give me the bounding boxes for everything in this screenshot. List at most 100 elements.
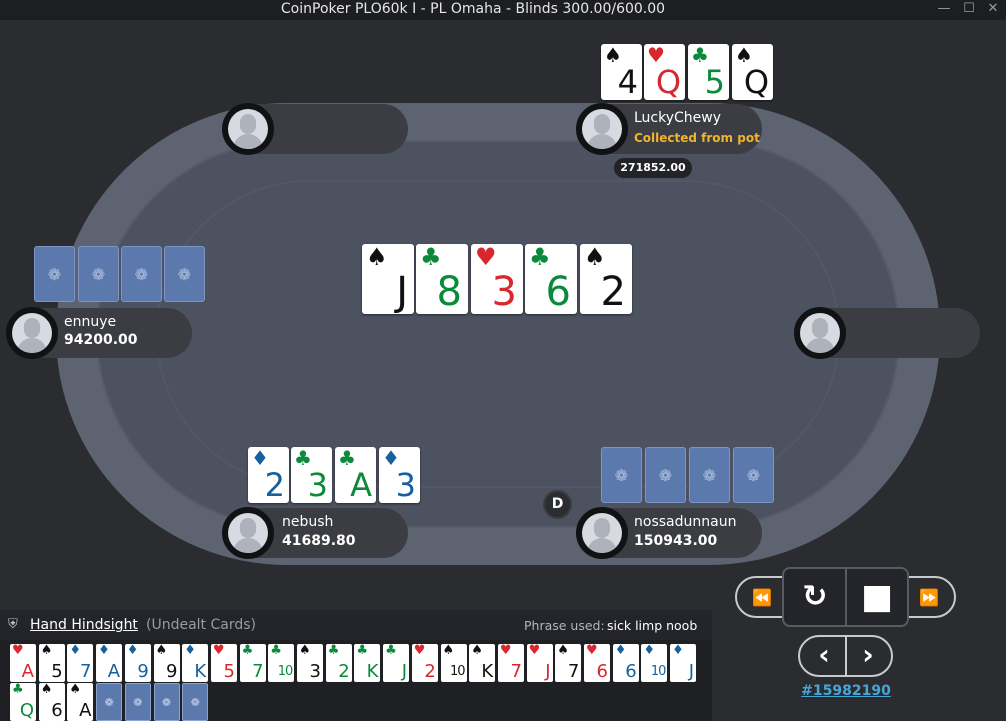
player-stack: 150943.00: [634, 533, 718, 549]
window-title: CoinPoker PLO60k I - PL Omaha - Blinds 3…: [280, 1, 666, 17]
undealt-card: ♥ J: [526, 644, 553, 682]
step-controls: ‹ ›: [798, 635, 893, 677]
card: ♦ 3: [379, 447, 420, 503]
coin-logo-icon: ❁: [658, 465, 673, 485]
board-card: ♣ 8: [416, 244, 468, 314]
avatar-ennuye: [6, 307, 58, 359]
card-back: ❁: [733, 447, 774, 503]
undealt-card: ♠ K: [469, 644, 496, 682]
coin-logo-icon: ❁: [134, 264, 149, 284]
undealt-card: ♦ J: [670, 644, 697, 682]
stop-icon[interactable]: ■: [854, 577, 900, 617]
coin-logo-icon: ❁: [614, 465, 629, 485]
previous-icon[interactable]: ‹: [806, 640, 842, 672]
table-felt: [156, 180, 840, 488]
replay-center-group: ↻ ■: [782, 567, 909, 627]
hidden-card-back: ❁: [153, 683, 180, 721]
hidden-card-back: ❁: [96, 683, 123, 721]
player-status: Collected from pot: [634, 131, 760, 145]
undealt-card: ♠ 9: [153, 644, 180, 682]
board-card: ♠ J: [362, 244, 414, 314]
card-back: ❁: [78, 246, 119, 302]
player-name: LuckyChewy: [634, 110, 722, 126]
coin-logo-icon: ❁: [91, 264, 106, 284]
undealt-card: ♦ A: [96, 644, 123, 682]
player-name: ennuye: [64, 314, 117, 330]
rewind-button[interactable]: ⏪: [745, 586, 779, 610]
undealt-card: ♦ K: [182, 644, 209, 682]
hindsight-header: ⛨ Hand Hindsight (Undealt Cards) Phrase …: [0, 610, 712, 640]
card-back: ❁: [645, 447, 686, 503]
undealt-card: ♥ 2: [411, 644, 438, 682]
next-icon[interactable]: ›: [850, 640, 886, 672]
board-card: ♣ 6: [525, 244, 577, 314]
hidden-card-back: ❁: [124, 683, 151, 721]
card-back: ❁: [34, 246, 75, 302]
card-back: ❁: [121, 246, 162, 302]
coin-logo-icon: ❁: [190, 695, 200, 709]
undealt-card: ♥ A: [10, 644, 36, 682]
maximize-button[interactable]: ☐: [960, 0, 978, 18]
hidden-card-back: ❁: [182, 683, 209, 721]
undealt-card: ♣ 10: [268, 644, 295, 682]
coin-logo-icon: ❁: [47, 264, 62, 284]
undealt-card: ♥ 6: [584, 644, 610, 682]
coin-logo-icon: ❁: [177, 264, 192, 284]
card: ♣ A: [335, 447, 376, 503]
card-back: ❁: [689, 447, 730, 503]
player-stack: 94200.00: [64, 332, 138, 348]
undealt-card: ♦ 10: [641, 644, 668, 682]
undealt-card: ♣ 7: [239, 644, 266, 682]
avatar-empty-top-left: [222, 103, 274, 155]
card-back: ❁: [164, 246, 205, 302]
board-card: ♠ 2: [580, 244, 632, 314]
undealt-card: ♣ J: [383, 644, 410, 682]
player-name: nossadunnaun: [634, 514, 737, 530]
undealt-card: ♣ K: [354, 644, 381, 682]
dealer-button: D: [543, 490, 572, 519]
card: ♥ Q: [644, 44, 685, 100]
fast-forward-button[interactable]: ⏩: [912, 586, 946, 610]
card-back: ❁: [601, 447, 642, 503]
undealt-card: ♠ 6: [38, 683, 65, 721]
shield-icon: ⛨: [8, 617, 18, 632]
coin-logo-icon: ❁: [746, 465, 761, 485]
coin-logo-icon: ❁: [104, 695, 114, 709]
phrase-label: Phrase used:: [524, 618, 605, 633]
coin-logo-icon: ❁: [161, 695, 172, 709]
avatar-nebush: [222, 507, 274, 559]
hindsight-subtitle: (Undealt Cards): [146, 617, 256, 633]
card: ♣ 5: [688, 44, 729, 100]
coin-logo-icon: ❁: [702, 465, 717, 485]
undealt-card: ♦ 9: [124, 644, 151, 682]
card: ♣ 3: [291, 447, 332, 503]
undealt-card: ♣ Q: [10, 683, 36, 721]
minimize-button[interactable]: —: [935, 0, 953, 18]
undealt-card: ♠ 7: [555, 644, 582, 682]
card: ♦ 2: [248, 447, 289, 503]
phrase-value: sick limp noob: [607, 618, 698, 633]
hand-id-link[interactable]: #15982190: [800, 683, 892, 699]
replay-icon[interactable]: ↻: [792, 577, 838, 617]
hand-hindsight-panel: ⛨ Hand Hindsight (Undealt Cards) Phrase …: [0, 610, 712, 721]
title-bar: CoinPoker PLO60k I - PL Omaha - Blinds 3…: [0, 0, 1006, 20]
undealt-card: ♠ 3: [297, 644, 323, 682]
undealt-card: ♦ 7: [67, 644, 94, 682]
avatar-nossadunnaun: [576, 507, 628, 559]
hindsight-title[interactable]: Hand Hindsight: [30, 617, 138, 633]
player-stack-pill: 271852.00: [614, 158, 692, 178]
player-stack: 41689.80: [282, 533, 356, 549]
avatar-luckychewy: [576, 103, 628, 155]
undealt-card: ♠ 10: [440, 644, 467, 682]
coin-logo-icon: ❁: [133, 695, 143, 709]
undealt-card: ♠ 5: [38, 644, 65, 682]
card: ♠ 4: [601, 44, 642, 100]
close-button[interactable]: ✕: [984, 0, 1002, 18]
board-card: ♥ 3: [471, 244, 523, 314]
undealt-card: ♥ 7: [497, 644, 524, 682]
undealt-card: ♦ 6: [612, 644, 639, 682]
undealt-card: ♥ 5: [210, 644, 237, 682]
player-name: nebush: [282, 514, 334, 530]
avatar-empty-right: [794, 307, 846, 359]
undealt-card: ♠ A: [67, 683, 94, 721]
